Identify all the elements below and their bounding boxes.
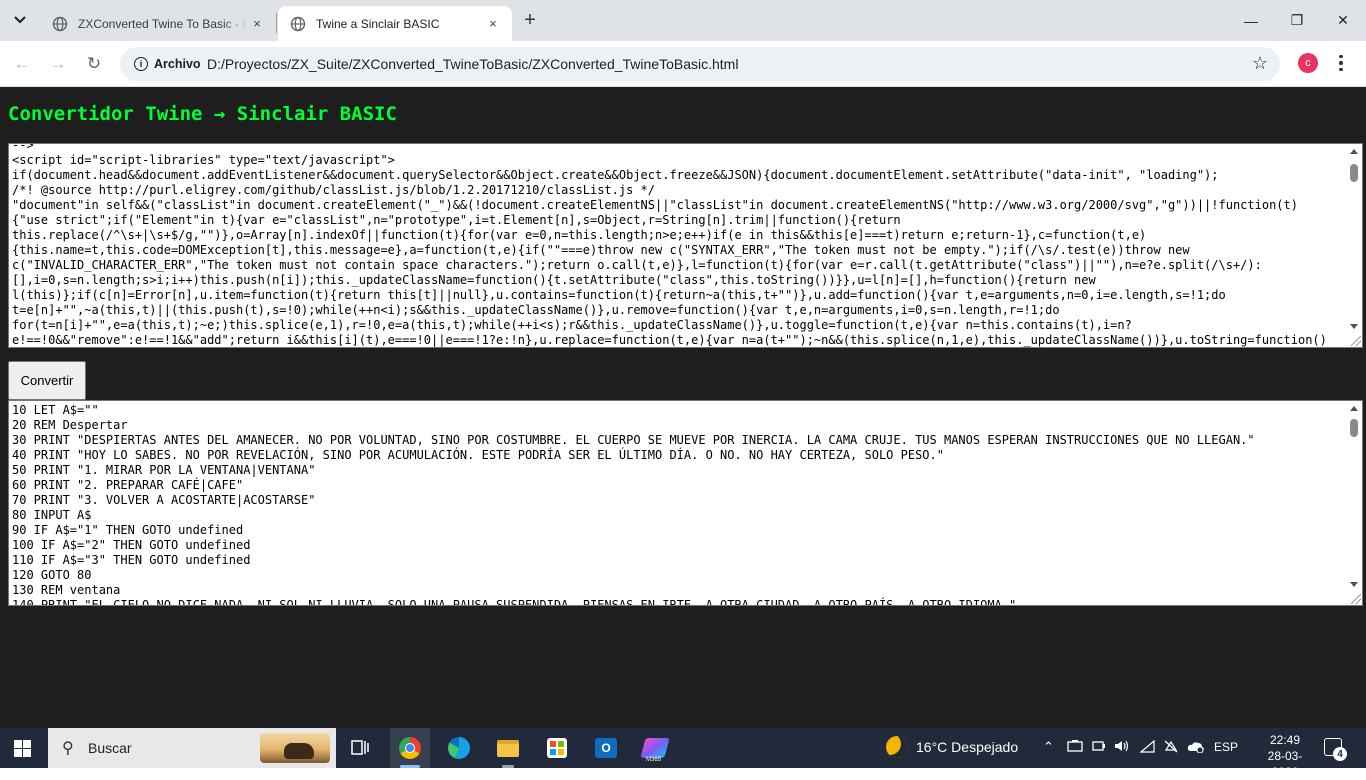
convert-button[interactable]: Convertir xyxy=(8,361,86,400)
task-view-icon[interactable] xyxy=(348,736,372,760)
tab-twine-a-sinclair[interactable]: Twine a Sinclair BASIC × xyxy=(278,6,512,41)
tray-device-icon[interactable] xyxy=(1067,739,1083,756)
notification-count-badge: 4 xyxy=(1333,747,1347,761)
twine-source-textarea[interactable]: --> <script id="script-libraries" type="… xyxy=(8,143,1363,348)
tab-close-icon[interactable]: × xyxy=(484,15,502,33)
taskbar-search-placeholder: Buscar xyxy=(88,740,132,756)
info-icon: i xyxy=(134,57,148,71)
tray-chevron-up-icon[interactable]: ⌃ xyxy=(1043,739,1054,755)
tray-network-icon[interactable] xyxy=(1139,739,1157,756)
browser-tab-strip: ZXConverted Twine To Basic - L × Twine a… xyxy=(0,0,1366,41)
tab-search-chevron-icon[interactable] xyxy=(8,8,32,32)
basic-output-textarea[interactable]: 10 LET A$="" 20 REM Despertar 30 PRINT "… xyxy=(8,400,1363,606)
tray-battery-icon[interactable] xyxy=(1091,739,1107,756)
globe-icon xyxy=(52,16,68,31)
globe-icon xyxy=(290,16,306,31)
browser-menu-icon[interactable] xyxy=(1334,51,1348,75)
source-scrollbar[interactable] xyxy=(1347,144,1362,347)
resize-grip-icon[interactable] xyxy=(1351,594,1361,604)
tray-cloud-icon[interactable] xyxy=(1186,739,1206,756)
tab-zxconverted[interactable]: ZXConverted Twine To Basic - L × xyxy=(40,6,276,41)
tray-volume-icon[interactable] xyxy=(1113,739,1131,756)
page-title: Convertidor Twine → Sinclair BASIC xyxy=(8,103,397,125)
edge-icon[interactable] xyxy=(447,736,471,760)
close-window-button[interactable]: ✕ xyxy=(1320,0,1366,41)
microsoft-store-icon[interactable] xyxy=(545,736,569,760)
site-info-label: Archivo xyxy=(154,57,201,71)
file-explorer-icon[interactable] xyxy=(496,736,520,760)
scroll-thumb[interactable] xyxy=(1350,419,1358,437)
address-bar[interactable]: i Archivo D:/Proyectos/ZX_Suite/ZXConver… xyxy=(120,47,1280,81)
new-tab-button[interactable]: + xyxy=(518,8,542,32)
clock-date: 28-03-2026 xyxy=(1267,749,1303,779)
reload-button[interactable]: ↻ xyxy=(80,50,108,78)
scroll-down-icon[interactable] xyxy=(1350,324,1358,329)
resize-grip-icon[interactable] xyxy=(1351,336,1361,346)
windows-taskbar: ⚲ Buscar O M365 16°C Despejado ⌃ ESP 22:… xyxy=(0,728,1366,779)
source-code-text: --> <script id="script-libraries" type="… xyxy=(12,143,1327,347)
back-button[interactable]: ← xyxy=(8,50,36,78)
bookmark-star-icon[interactable]: ☆ xyxy=(1252,53,1268,74)
minimize-button[interactable]: — xyxy=(1228,0,1274,41)
scroll-down-icon[interactable] xyxy=(1350,582,1358,587)
tab-separator xyxy=(276,13,277,33)
url-text[interactable]: D:/Proyectos/ZX_Suite/ZXConverted_TwineT… xyxy=(207,56,738,72)
clock-time: 22:49 xyxy=(1269,733,1301,747)
taskbar-search-box[interactable]: ⚲ Buscar xyxy=(48,728,336,768)
weather-text[interactable]: 16°C Despejado xyxy=(916,739,1018,755)
search-icon: ⚲ xyxy=(62,740,74,757)
tab-title: Twine a Sinclair BASIC xyxy=(316,16,440,31)
search-highlight-image xyxy=(260,733,330,763)
output-scrollbar[interactable] xyxy=(1347,401,1362,605)
page-content: Convertidor Twine → Sinclair BASIC --> <… xyxy=(0,87,1366,728)
maximize-button[interactable]: ❐ xyxy=(1274,0,1320,41)
forward-button[interactable]: → xyxy=(44,50,72,78)
chrome-icon[interactable] xyxy=(398,736,422,760)
tab-close-icon[interactable]: × xyxy=(248,15,266,33)
scroll-up-icon[interactable] xyxy=(1350,149,1358,154)
outlook-icon[interactable]: O xyxy=(594,736,618,760)
tab-title: ZXConverted Twine To Basic - L xyxy=(78,16,248,31)
weather-moon-icon[interactable] xyxy=(886,736,908,758)
browser-toolbar: ← → ↻ i Archivo D:/Proyectos/ZX_Suite/ZX… xyxy=(0,41,1366,87)
windows-start-icon[interactable] xyxy=(14,740,31,757)
site-info-chip[interactable]: i Archivo xyxy=(126,51,211,77)
tray-notifications-off-icon[interactable] xyxy=(1162,739,1180,756)
scroll-up-icon[interactable] xyxy=(1350,406,1358,411)
output-code-text: 10 LET A$="" 20 REM Despertar 30 PRINT "… xyxy=(12,403,1255,606)
profile-avatar[interactable]: c xyxy=(1298,53,1318,73)
m365-label: M365 xyxy=(646,757,662,763)
scroll-thumb[interactable] xyxy=(1350,164,1358,182)
language-indicator[interactable]: ESP xyxy=(1214,740,1238,754)
taskbar-clock[interactable]: 22:49 28-03-2026 xyxy=(1255,732,1315,780)
